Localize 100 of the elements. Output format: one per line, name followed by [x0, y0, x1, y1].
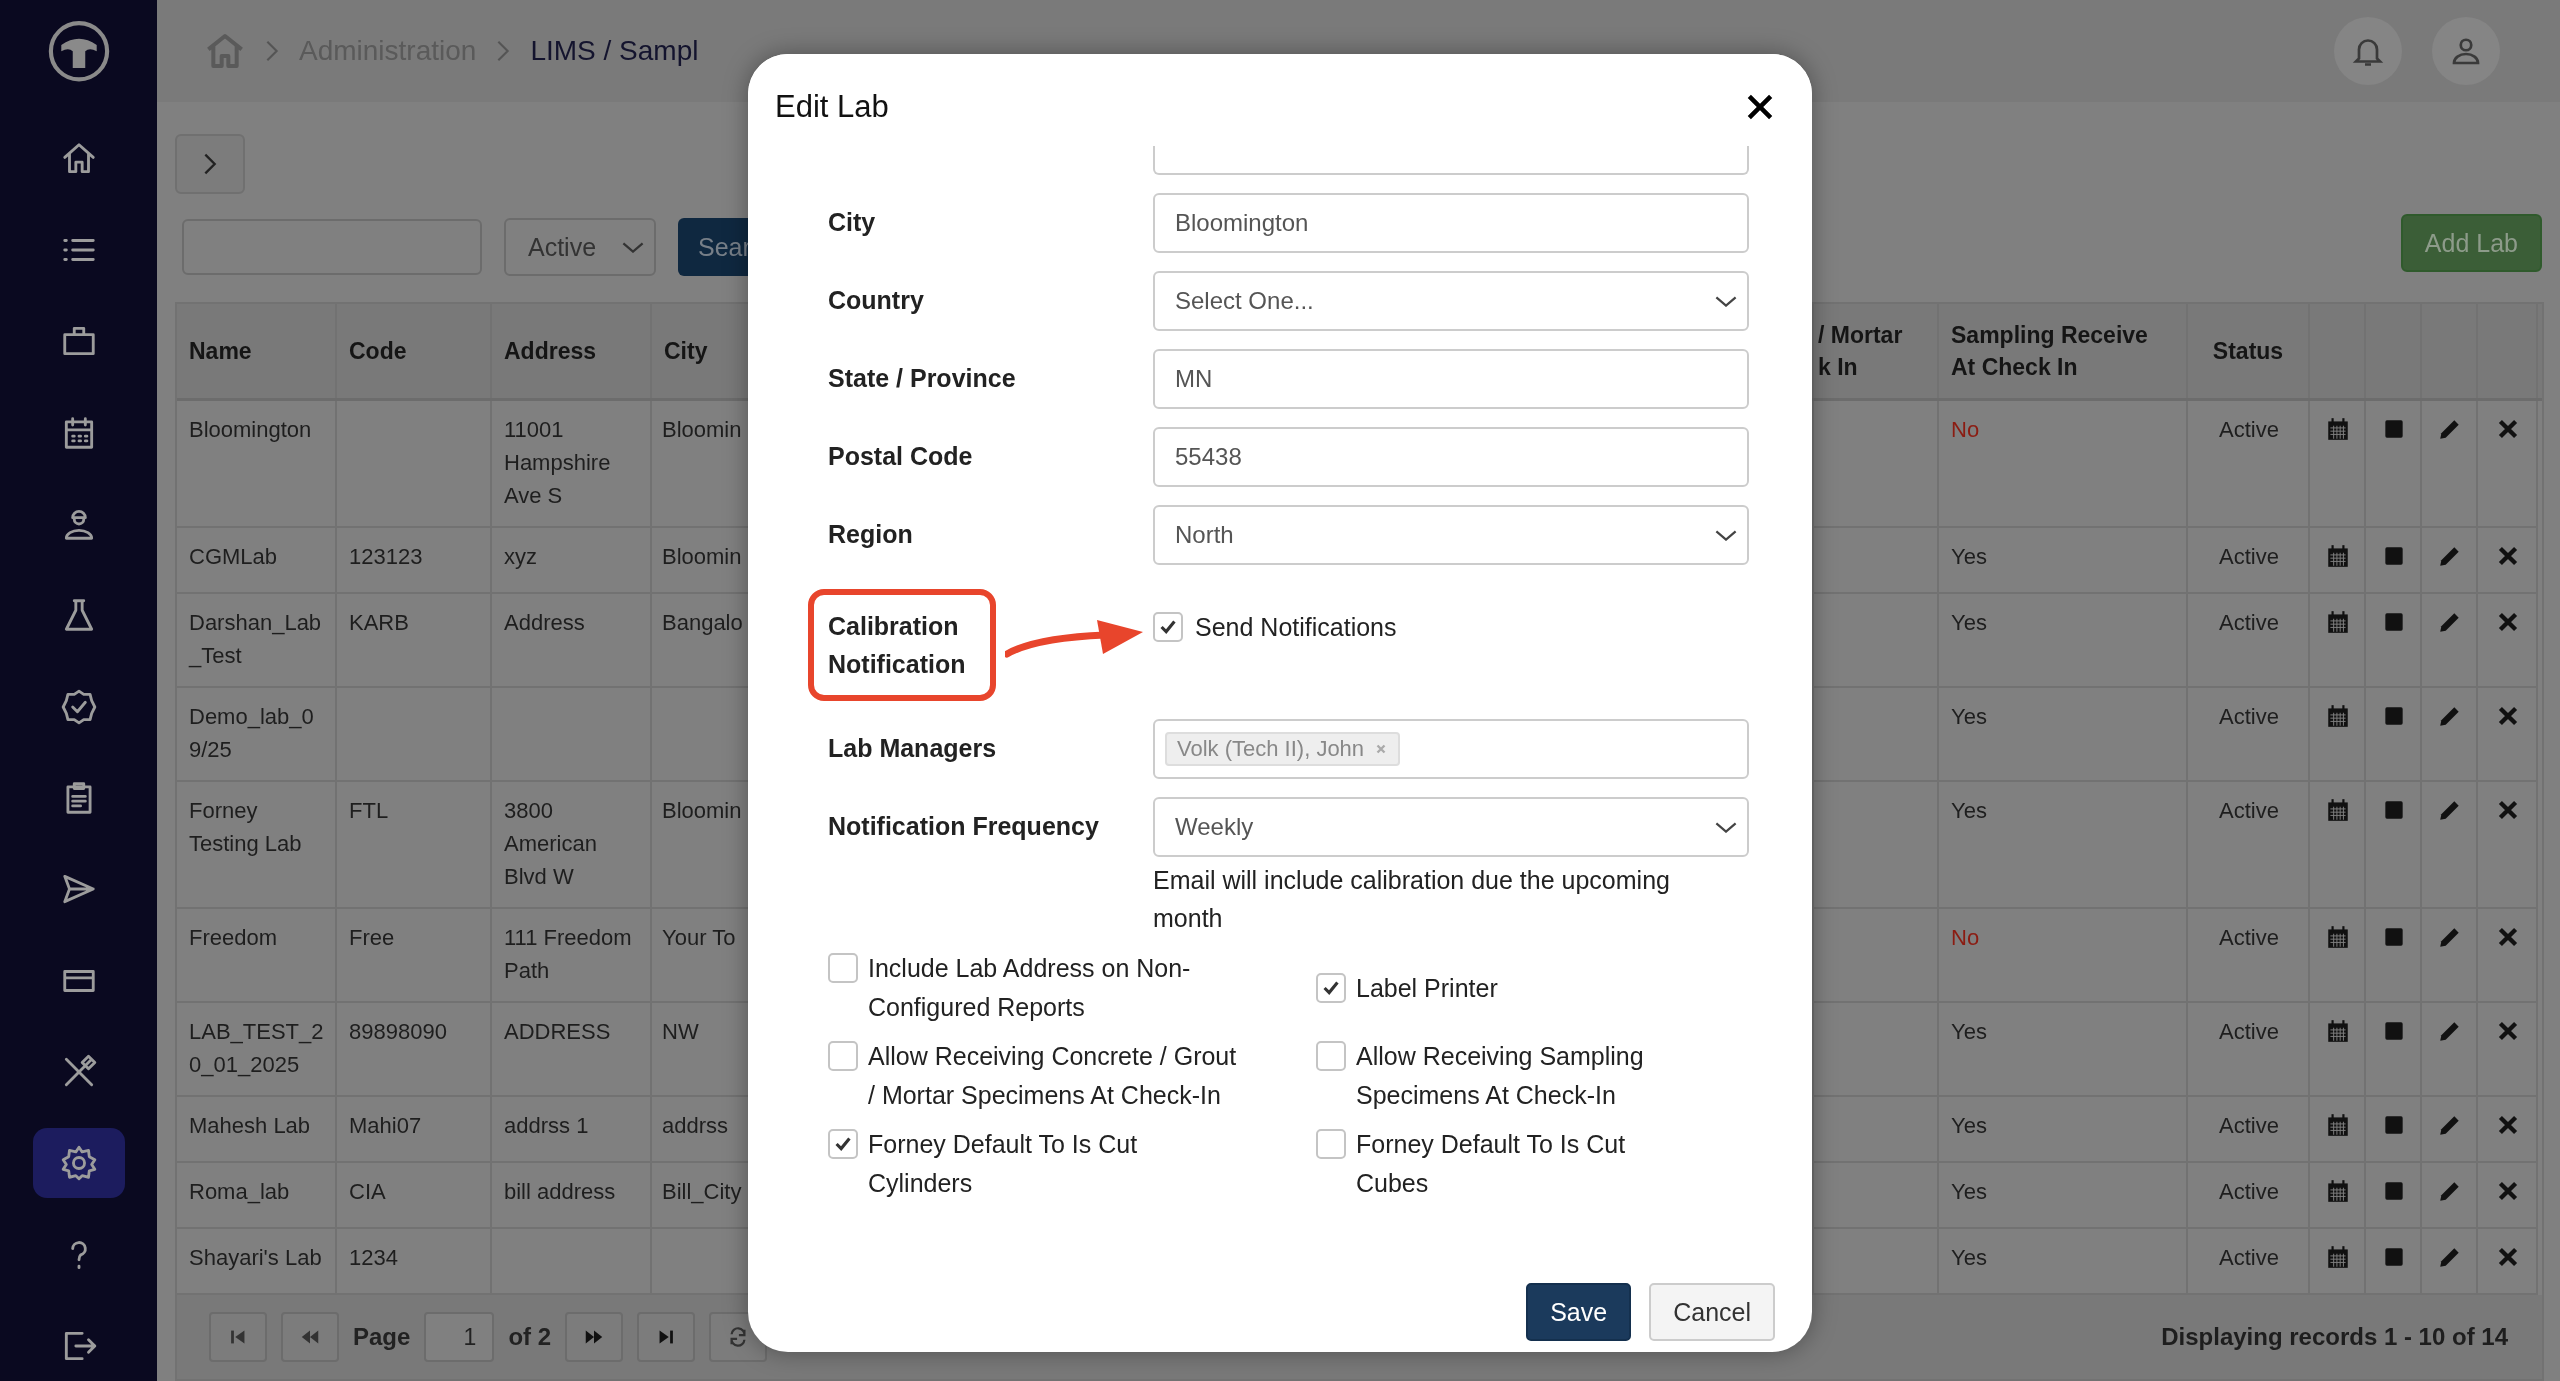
chevron-down-icon [1715, 295, 1737, 307]
table-cell: 89898090 [337, 1003, 492, 1097]
table-cell: Active [2188, 1097, 2310, 1163]
checkbox[interactable] [1316, 1041, 1346, 1071]
table-cell: Darshan_Lab_Test [177, 594, 337, 688]
chevron-down-icon [622, 241, 644, 253]
table-cell: CIA [337, 1163, 492, 1229]
table-cell: Bill_City [662, 1179, 742, 1204]
checkbox-label: Include Lab Address on Non-Configured Reports [868, 953, 1192, 1023]
field-label: Lab Managers [828, 733, 998, 764]
chevron-down-icon [1715, 529, 1737, 541]
table-cell: Free [337, 909, 492, 1003]
sidebar-item[interactable] [32, 1128, 125, 1199]
calendar-icon[interactable] [2325, 1244, 2351, 1270]
column-header: / Mortar k In [1814, 304, 1939, 398]
table-cell: Active [2188, 528, 2310, 594]
table-cell: KARB [337, 594, 492, 688]
table-cell: Active [2188, 909, 2310, 1003]
table-cell: Active [2188, 594, 2310, 688]
calendar-icon[interactable] [2325, 797, 2351, 823]
checkbox-label: Allow Receiving Concrete / Grout / Mortar Specimens At Check-In [868, 1041, 1238, 1111]
table-cell: Address [492, 594, 652, 688]
logo-icon [46, 20, 111, 83]
table-cell: Forney Testing Lab [177, 782, 337, 909]
page-label: Page [353, 1323, 411, 1351]
checkbox[interactable] [828, 953, 858, 983]
cancel-button[interactable]: Cancel [1649, 1283, 1775, 1341]
table-cell: Yes [1939, 594, 2188, 688]
help-text: Email will include calibration due the upcoming month [1153, 865, 1671, 934]
column-header: Status [2188, 304, 2310, 398]
calendar-icon[interactable] [2325, 1018, 2351, 1044]
tag-chip: Volk (Tech II), John [1165, 732, 1401, 766]
page-field[interactable]: 1 [424, 1312, 495, 1362]
next-page-button[interactable] [565, 1312, 624, 1362]
calendar-icon[interactable] [2325, 543, 2351, 569]
checkbox-label: Allow Receiving Sampling Specimens At Check-In [1356, 1041, 1645, 1111]
checkbox[interactable] [1316, 972, 1346, 1003]
table-cell: Bloomington [177, 401, 337, 528]
save-button[interactable]: Save [1526, 1283, 1632, 1341]
table-cell: Demo_lab_09/25 [177, 688, 337, 782]
badge-check-icon [59, 687, 98, 726]
table-cell: Active [2188, 1163, 2310, 1229]
input-field[interactable]: 55438 [1153, 427, 1749, 487]
checkbox[interactable] [828, 1129, 858, 1159]
field-label: Notification Frequency [828, 811, 1100, 842]
column-header: Sampling Receive At Check In [1939, 304, 2188, 398]
checkbox[interactable] [1316, 1129, 1346, 1159]
table-cell: Yes [1939, 1097, 2188, 1163]
last-page-button[interactable] [637, 1312, 696, 1362]
checkbox-label: Forney Default To Is Cut Cubes [1356, 1129, 1627, 1199]
checkbox-label: Send Notifications [1195, 612, 1397, 642]
table-cell: Yes [1939, 1163, 2188, 1229]
calendar-icon[interactable] [2325, 703, 2351, 729]
first-page-button[interactable] [209, 1312, 267, 1362]
calendar-icon[interactable] [2325, 609, 2351, 635]
table-cell: Bloomin [662, 798, 742, 823]
table-cell: CGMLab [177, 528, 337, 594]
field-label: Calibration Notification [828, 611, 967, 680]
table-cell: Your To [662, 925, 736, 950]
table-cell: No [1939, 401, 2188, 528]
breadcrumb-link[interactable]: LIMS / Sampl [530, 35, 699, 67]
table-cell: Active [2188, 1003, 2310, 1097]
select-field[interactable]: Weekly [1153, 797, 1749, 857]
calendar-icon[interactable] [2325, 1178, 2351, 1204]
table-cell: Yes [1939, 782, 2188, 909]
select-field[interactable]: Select One... [1153, 271, 1749, 331]
table-cell: NW [662, 1019, 699, 1044]
table-cell: addrss [662, 1113, 729, 1138]
table-cell: addrss 1 [492, 1097, 652, 1163]
checkbox[interactable] [828, 1041, 858, 1071]
table-cell: Active [2188, 401, 2310, 528]
chevron-down-icon [1715, 821, 1737, 833]
column-header: Code [337, 304, 492, 398]
table-cell: xyz [492, 528, 652, 594]
table-cell: Yes [1939, 528, 2188, 594]
field-label: City [828, 207, 877, 238]
checkbox[interactable] [1153, 612, 1183, 642]
input-field[interactable]: Bloomington [1153, 193, 1749, 253]
table-cell: Active [2188, 782, 2310, 909]
dialog-title: Edit Lab [775, 89, 889, 125]
settings-icon [59, 1144, 98, 1183]
page-count: of 2 [508, 1323, 552, 1351]
table-cell: ADDRESS [492, 1003, 652, 1097]
table-cell: Freedom [177, 909, 337, 1003]
table-cell: Bangalo [662, 610, 743, 635]
table-cell: Mahesh Lab [177, 1097, 337, 1163]
column-header: Address [492, 304, 652, 398]
table-cell: Yes [1939, 1003, 2188, 1097]
previous-page-button[interactable] [281, 1312, 339, 1362]
table-cell: 111 Freedom Path [492, 909, 652, 1003]
field-label: Region [828, 519, 914, 550]
table-cell: LAB_TEST_20_01_2025 [177, 1003, 337, 1097]
calendar-icon[interactable] [2325, 416, 2351, 442]
calendar-icon[interactable] [2325, 924, 2351, 950]
input-field[interactable]: MN [1153, 349, 1749, 409]
calendar-icon[interactable] [2325, 1112, 2351, 1138]
column-header: Name [177, 304, 337, 398]
select-field[interactable]: North [1153, 505, 1749, 565]
table-cell: 123123 [337, 528, 492, 594]
table-cell: FTL [337, 782, 492, 909]
